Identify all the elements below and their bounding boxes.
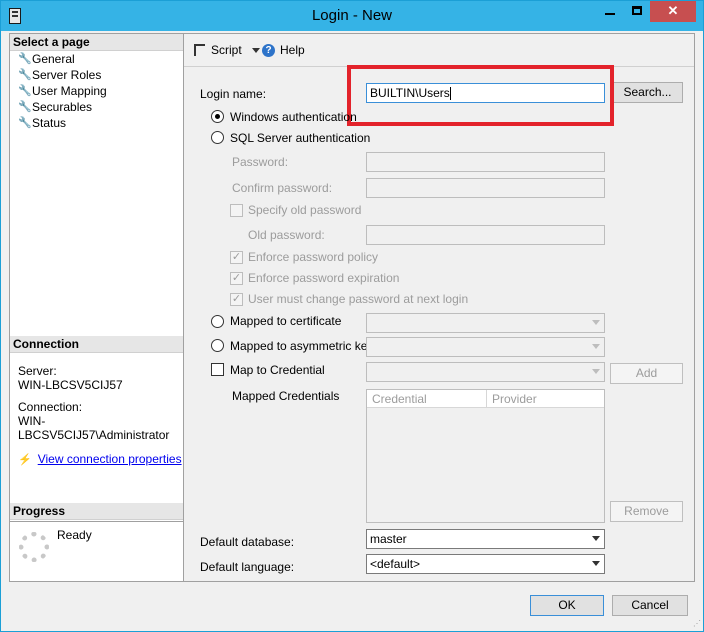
map-credential-label[interactable]: Map to Credential xyxy=(230,363,325,377)
page-item-general[interactable]: 🔧 General xyxy=(10,51,183,67)
login-dialog: Login - New ✕ Select a page 🔧 General 🔧 … xyxy=(0,0,704,632)
wrench-icon: 🔧 xyxy=(18,53,32,65)
must-change-checkbox[interactable]: ✓ xyxy=(230,293,243,306)
search-button[interactable]: Search... xyxy=(612,82,683,103)
default-database-select[interactable]: master xyxy=(366,529,605,549)
ok-button[interactable]: OK xyxy=(530,595,604,616)
script-label: Script xyxy=(211,43,242,57)
script-icon xyxy=(194,44,205,56)
mapped-asym-key-radio[interactable] xyxy=(211,339,224,352)
confirm-password-label: Confirm password: xyxy=(232,181,333,195)
page-item-server-roles[interactable]: 🔧 Server Roles xyxy=(10,67,183,83)
chevron-down-icon xyxy=(592,344,600,349)
page-item-label: Server Roles xyxy=(32,68,102,82)
windows-auth-radio[interactable] xyxy=(211,110,224,123)
old-password-label: Old password: xyxy=(248,228,325,242)
connection-properties-icon: ⚡ xyxy=(18,453,32,466)
select-page-section: Select a page 🔧 General 🔧 Server Roles 🔧… xyxy=(10,34,183,131)
wrench-icon: 🔧 xyxy=(18,101,32,113)
left-pane: Select a page 🔧 General 🔧 Server Roles 🔧… xyxy=(9,33,184,522)
password-input[interactable] xyxy=(366,152,605,172)
resize-grip[interactable]: ⋰ xyxy=(693,620,702,629)
connection-section: Connection Server: WIN-LBCSV5CIJ57 Conne… xyxy=(10,336,183,466)
mapped-certificate-radio[interactable] xyxy=(211,315,224,328)
help-icon: ? xyxy=(262,43,275,57)
specify-old-password-checkbox[interactable] xyxy=(230,204,243,217)
help-button[interactable]: ? Help xyxy=(262,43,305,57)
progress-body: Ready xyxy=(9,522,184,582)
page-item-label: General xyxy=(32,52,75,66)
mapped-credentials-label: Mapped Credentials xyxy=(232,389,340,403)
enforce-expiration-label: Enforce password expiration xyxy=(248,271,400,285)
default-language-value: <default> xyxy=(370,557,421,571)
specify-old-password-label: Specify old password xyxy=(248,203,362,217)
enforce-policy-label: Enforce password policy xyxy=(248,250,379,264)
help-label: Help xyxy=(280,43,305,57)
wrench-icon: 🔧 xyxy=(18,117,32,129)
enforce-expiration-checkbox[interactable]: ✓ xyxy=(230,272,243,285)
old-password-input[interactable] xyxy=(366,225,605,245)
page-item-user-mapping[interactable]: 🔧 User Mapping xyxy=(10,83,183,99)
chevron-down-icon[interactable] xyxy=(251,47,260,53)
page-item-securables[interactable]: 🔧 Securables xyxy=(10,99,183,115)
view-connection-properties-link[interactable]: View connection properties xyxy=(38,452,182,466)
enforce-policy-checkbox[interactable]: ✓ xyxy=(230,251,243,264)
minimize-icon xyxy=(605,13,615,15)
default-language-label: Default language: xyxy=(200,560,295,574)
server-label: Server: xyxy=(18,364,57,378)
mapped-credentials-grid[interactable]: Credential Provider xyxy=(366,389,605,523)
asym-key-select[interactable] xyxy=(366,337,605,357)
close-icon: ✕ xyxy=(667,3,679,18)
page-item-label: Status xyxy=(32,116,67,130)
remove-button[interactable]: Remove xyxy=(610,501,683,522)
server-value: WIN-LBCSV5CIJ57 xyxy=(18,378,123,392)
progress-spinner-icon xyxy=(19,532,49,562)
must-change-label: User must change password at next login xyxy=(248,292,469,306)
wrench-icon: 🔧 xyxy=(18,85,32,97)
progress-section: Progress xyxy=(10,503,183,522)
grid-column-credential[interactable]: Credential xyxy=(367,390,487,407)
map-credential-checkbox[interactable] xyxy=(211,363,224,376)
grid-header: Credential Provider xyxy=(367,390,604,408)
password-label: Password: xyxy=(232,155,289,169)
certificate-select[interactable] xyxy=(366,313,605,333)
connection-header: Connection xyxy=(10,336,183,353)
progress-header: Progress xyxy=(10,503,183,520)
toolbar: Script ? Help xyxy=(184,34,694,67)
login-name-label: Login name: xyxy=(200,87,267,101)
progress-status: Ready xyxy=(57,528,92,542)
select-page-header: Select a page xyxy=(10,34,183,51)
chevron-down-icon xyxy=(592,561,600,566)
confirm-password-input[interactable] xyxy=(366,178,605,198)
minimize-button[interactable] xyxy=(597,1,623,22)
add-button[interactable]: Add xyxy=(610,363,683,384)
grid-column-provider[interactable]: Provider xyxy=(487,390,604,407)
page-item-label: User Mapping xyxy=(32,84,107,98)
connection-label: Connection: xyxy=(18,400,83,414)
default-database-value: master xyxy=(370,532,407,546)
cancel-button[interactable]: Cancel xyxy=(612,595,688,616)
wrench-icon: 🔧 xyxy=(18,69,32,81)
windows-auth-label[interactable]: Windows authentication xyxy=(230,110,357,124)
page-item-status[interactable]: 🔧 Status xyxy=(10,115,183,131)
mapped-certificate-label[interactable]: Mapped to certificate xyxy=(230,314,341,328)
default-database-label: Default database: xyxy=(200,535,295,549)
chevron-down-icon xyxy=(592,369,600,374)
close-button[interactable]: ✕ xyxy=(650,1,696,22)
sql-auth-label[interactable]: SQL Server authentication xyxy=(230,131,370,145)
chevron-down-icon xyxy=(592,536,600,541)
maximize-icon xyxy=(631,6,642,15)
chevron-down-icon xyxy=(592,320,600,325)
page-item-label: Securables xyxy=(32,100,93,114)
title-bar[interactable]: Login - New ✕ xyxy=(1,1,703,31)
maximize-button[interactable] xyxy=(623,1,650,22)
credential-select[interactable] xyxy=(366,362,605,382)
view-connection-row: ⚡ View connection properties xyxy=(10,452,183,466)
default-language-select[interactable]: <default> xyxy=(366,554,605,574)
highlight-box xyxy=(347,65,614,126)
connection-value: WIN-LBCSV5CIJ57\Administrator xyxy=(18,414,170,442)
script-button[interactable]: Script xyxy=(194,43,260,57)
sql-auth-radio[interactable] xyxy=(211,131,224,144)
mapped-asym-key-label[interactable]: Mapped to asymmetric key xyxy=(230,339,373,353)
